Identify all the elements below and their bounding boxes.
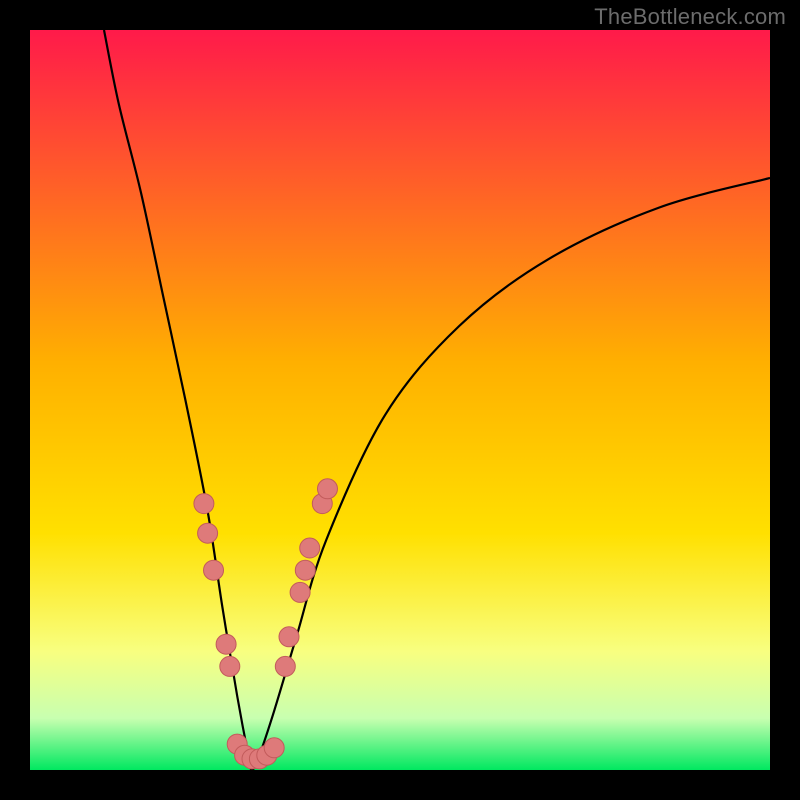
data-marker <box>317 479 337 499</box>
data-marker <box>300 538 320 558</box>
gradient-background <box>30 30 770 770</box>
plot-area <box>30 30 770 770</box>
data-marker <box>295 560 315 580</box>
data-marker <box>198 523 218 543</box>
data-marker <box>194 494 214 514</box>
data-marker <box>216 634 236 654</box>
data-marker <box>264 738 284 758</box>
data-marker <box>204 560 224 580</box>
data-marker <box>279 627 299 647</box>
chart-frame: TheBottleneck.com <box>0 0 800 800</box>
data-marker <box>290 582 310 602</box>
data-marker <box>275 656 295 676</box>
data-marker <box>220 656 240 676</box>
bottleneck-chart <box>30 30 770 770</box>
watermark-text: TheBottleneck.com <box>594 4 786 30</box>
